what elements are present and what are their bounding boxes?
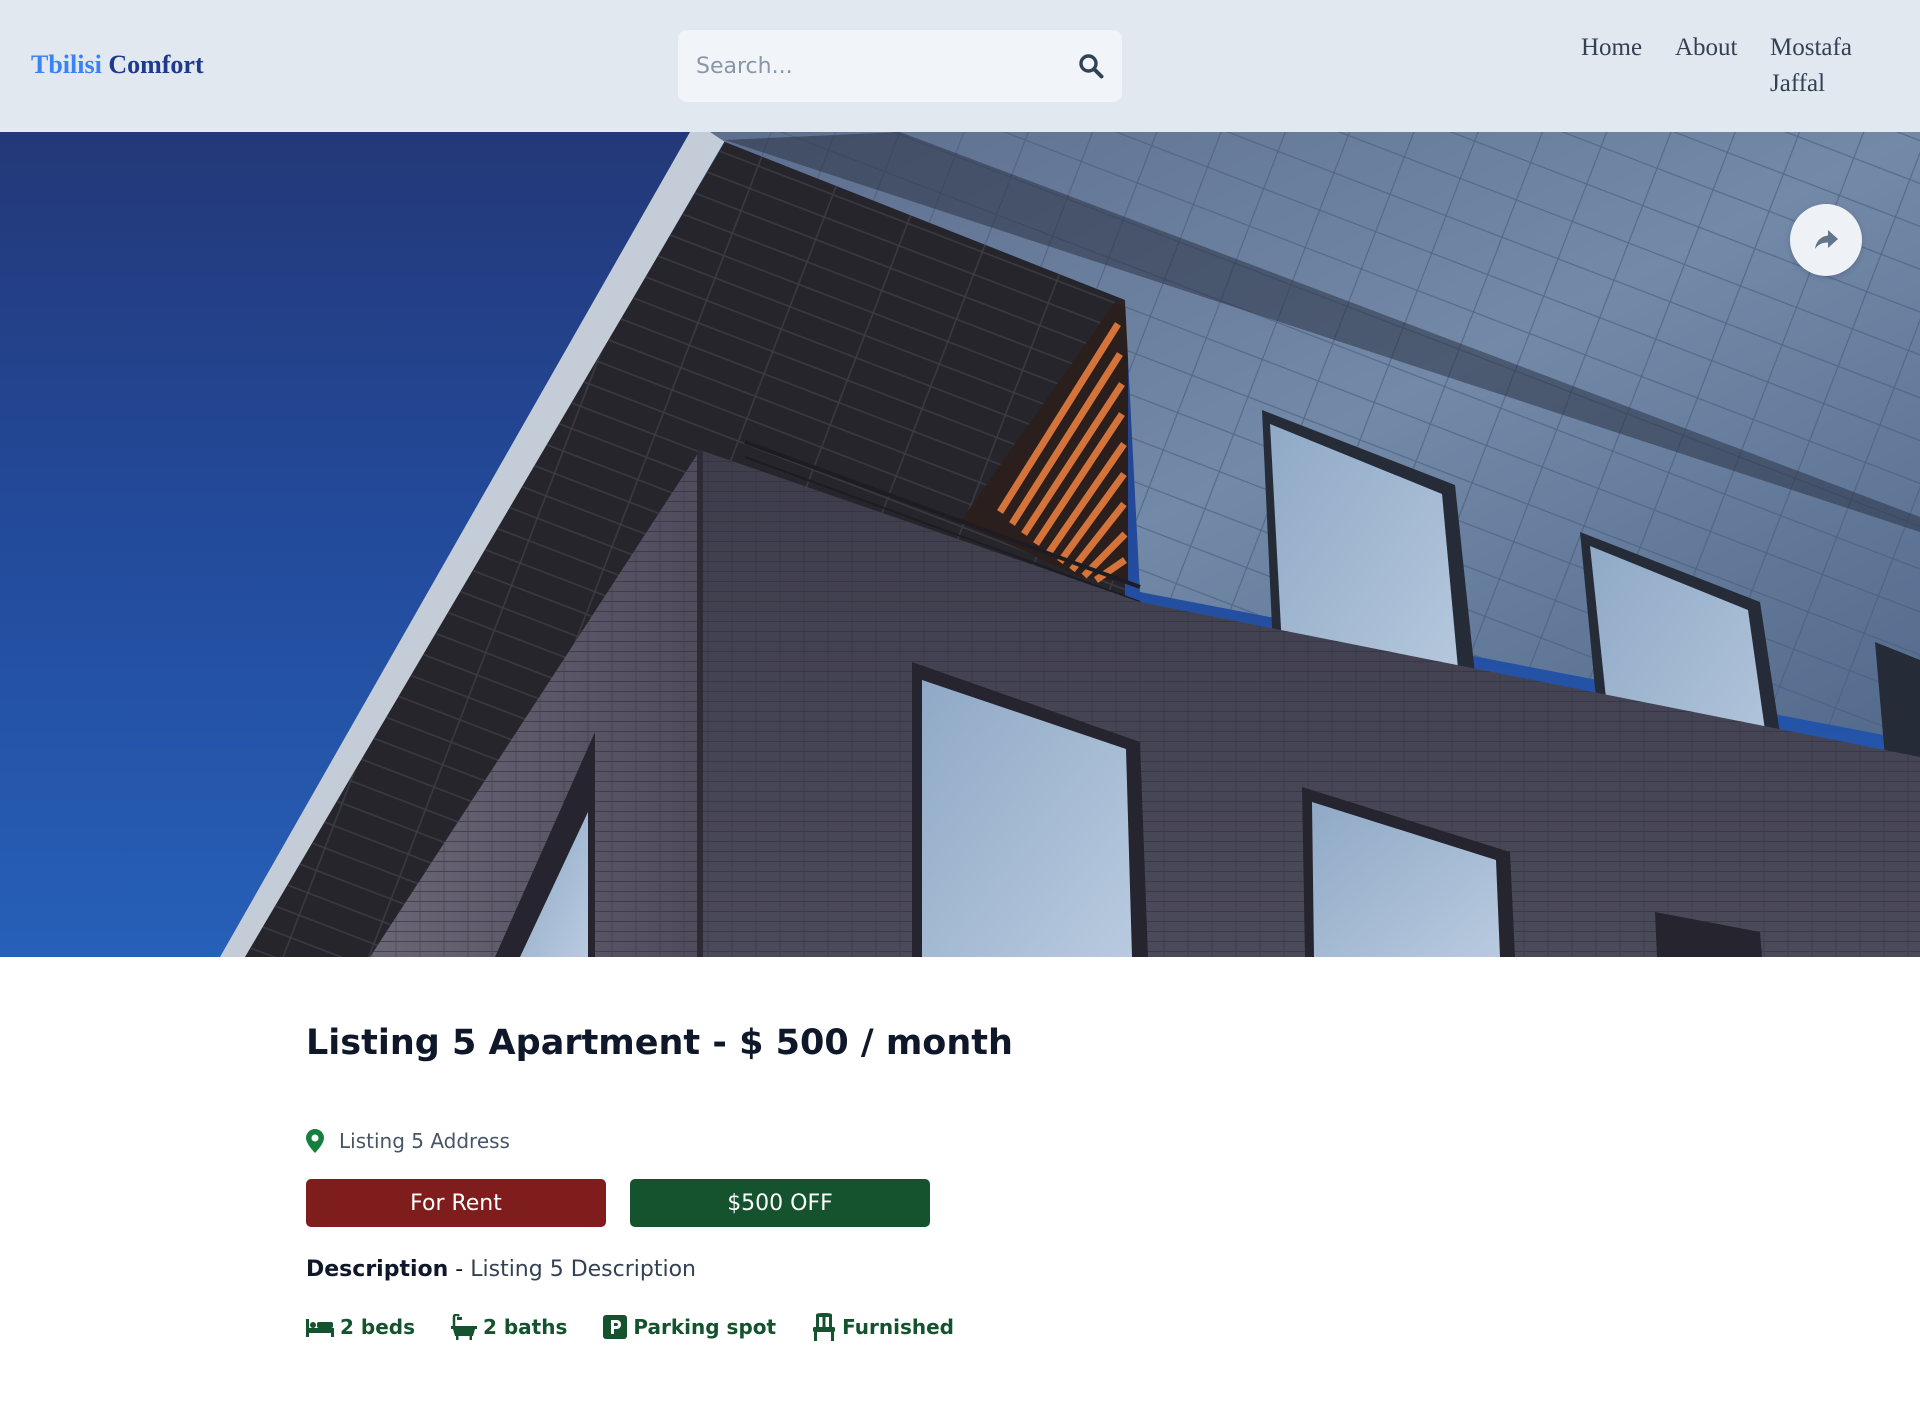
discount-badge: $500 OFF: [630, 1179, 930, 1227]
listing-type-badge: For Rent: [306, 1179, 606, 1227]
bath-icon: [450, 1314, 477, 1340]
nav-link-about[interactable]: About: [1675, 30, 1738, 66]
feature-beds: 2 beds: [306, 1315, 415, 1339]
brand-name-first: Tbilisi: [31, 50, 102, 79]
description-label: Description: [306, 1257, 449, 1282]
listing-description: Description - Listing 5 Description: [306, 1254, 696, 1286]
description-separator: -: [448, 1257, 471, 1282]
title-separator: -: [700, 1023, 740, 1063]
brand-name-second: Comfort: [108, 50, 204, 79]
parking-icon: [603, 1315, 628, 1339]
listing-title: Listing 5 Apartment - $ 500 / month: [306, 1018, 1013, 1068]
feature-baths-label: 2 baths: [482, 1315, 568, 1339]
address-row: Listing 5 Address: [306, 1126, 510, 1156]
listing-address: Listing 5 Address: [339, 1129, 510, 1153]
feature-furnished-label: Furnished: [842, 1315, 954, 1339]
share-icon: [1815, 230, 1838, 249]
top-navbar: Tbilisi Comfort Home About Mostafa Jaffa…: [0, 0, 1920, 132]
feature-parking: Parking spot: [603, 1315, 776, 1339]
feature-baths: 2 baths: [450, 1314, 568, 1340]
nav-link-home[interactable]: Home: [1581, 30, 1642, 66]
search-icon[interactable]: [1078, 53, 1104, 79]
building-photo-illustration: [0, 132, 1920, 957]
feature-beds-label: 2 beds: [340, 1315, 415, 1339]
share-button[interactable]: [1790, 204, 1862, 276]
bed-icon: [306, 1319, 334, 1337]
brand-logo[interactable]: Tbilisi Comfort: [31, 48, 204, 82]
chair-icon: [813, 1313, 836, 1341]
listing-name: Listing 5 Apartment: [306, 1023, 701, 1063]
search-box: [678, 30, 1122, 102]
search-input[interactable]: [696, 30, 1056, 102]
listing-features: 2 beds 2 baths Parking spot Furnished: [306, 1311, 990, 1343]
listing-photo: [0, 132, 1920, 957]
location-pin-icon: [306, 1129, 324, 1153]
listing-price: $ 500 / month: [739, 1023, 1013, 1063]
nav-link-user-profile[interactable]: Mostafa Jaffal: [1770, 30, 1880, 102]
feature-furnished: Furnished: [812, 1313, 954, 1341]
description-text: Listing 5 Description: [470, 1257, 696, 1282]
feature-parking-label: Parking spot: [633, 1315, 777, 1339]
